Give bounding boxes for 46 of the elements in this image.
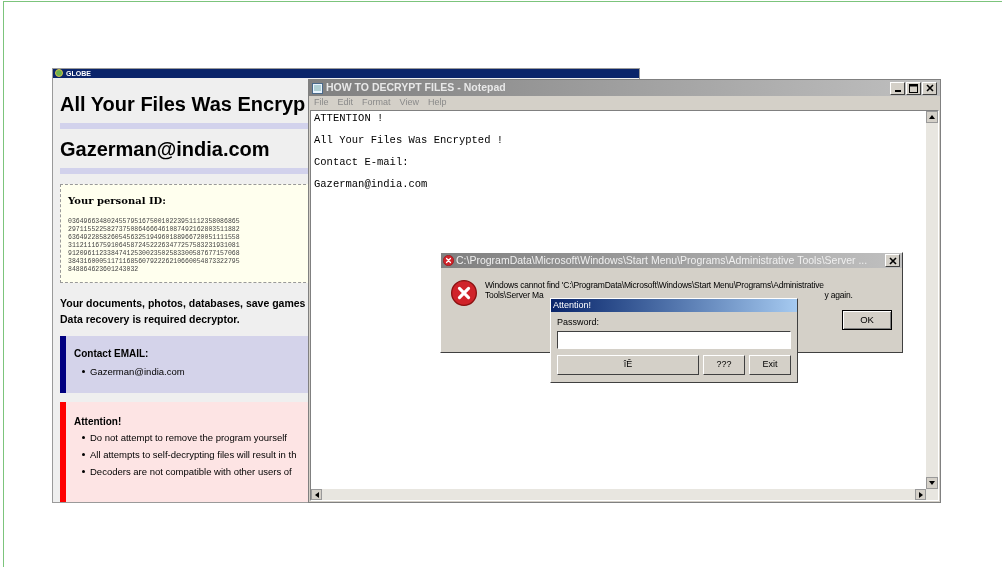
error-message: Tools\Server Ma — [485, 290, 544, 300]
globe-icon — [55, 69, 63, 78]
error-message: y again. — [824, 290, 853, 300]
attention-title: Attention! — [74, 415, 123, 429]
bullet-icon — [82, 436, 85, 439]
personal-id-label: Your personal ID: — [68, 193, 167, 208]
minimize-button[interactable] — [890, 81, 905, 95]
error-icon — [443, 255, 454, 266]
attention-item: All attempts to self-decrypting files will result in th — [90, 448, 297, 462]
document-line: Gazerman@india.com — [314, 178, 429, 191]
bullet-icon — [82, 470, 85, 473]
scroll-down-icon[interactable] — [926, 477, 938, 489]
scroll-up-icon[interactable] — [926, 111, 938, 123]
dialog-button[interactable]: ??? — [703, 354, 745, 375]
dialog-title: Attention! — [553, 298, 592, 312]
document-line: ATTENTION ! — [314, 112, 385, 125]
bullet-icon — [82, 453, 85, 456]
ok-button[interactable]: OK — [842, 310, 892, 330]
error-icon — [451, 280, 477, 306]
dialog-button[interactable]: îÊ — [557, 354, 699, 375]
bullet-icon — [82, 370, 85, 374]
horizontal-scrollbar[interactable] — [311, 489, 926, 500]
vertical-scrollbar[interactable] — [926, 111, 938, 500]
attention-item: Do not attempt to remove the program yourself — [90, 431, 287, 445]
close-button[interactable] — [885, 254, 900, 267]
dialog-button[interactable]: Exit — [749, 354, 791, 375]
contact-email: Gazerman@india.com — [90, 364, 185, 379]
error-message: Windows cannot find 'C:\ProgramData\Microsoft\Windows\Start Menu\Programs\Administrative — [485, 280, 825, 290]
maximize-icon — [909, 83, 918, 93]
attention-item: Decoders are not compatible with other users of — [90, 465, 292, 479]
notepad-icon — [312, 82, 323, 94]
window-title: HOW TO DECRYPT FILES - Notepad — [326, 80, 506, 96]
email-heading: Gazerman@india.com — [60, 136, 271, 162]
document-line: All Your Files Was Encrypted ! — [314, 134, 505, 147]
maximize-button[interactable] — [906, 81, 921, 95]
document-line: Contact E-mail: — [314, 156, 410, 169]
password-field[interactable] — [557, 330, 791, 349]
close-icon — [925, 84, 934, 92]
scroll-left-icon[interactable] — [311, 489, 322, 500]
close-button[interactable] — [922, 81, 937, 95]
close-icon — [888, 256, 897, 265]
dialog-title: C:\ProgramData\Microsoft\Windows\Start Menu\Programs\Administrative Tools\Server ... — [456, 252, 868, 268]
password-label: Password: — [557, 316, 601, 329]
scroll-right-icon[interactable] — [915, 489, 926, 500]
message-text: Data recovery is required decryptor. — [60, 311, 241, 327]
contact-title: Contact EMAIL: — [74, 346, 150, 361]
